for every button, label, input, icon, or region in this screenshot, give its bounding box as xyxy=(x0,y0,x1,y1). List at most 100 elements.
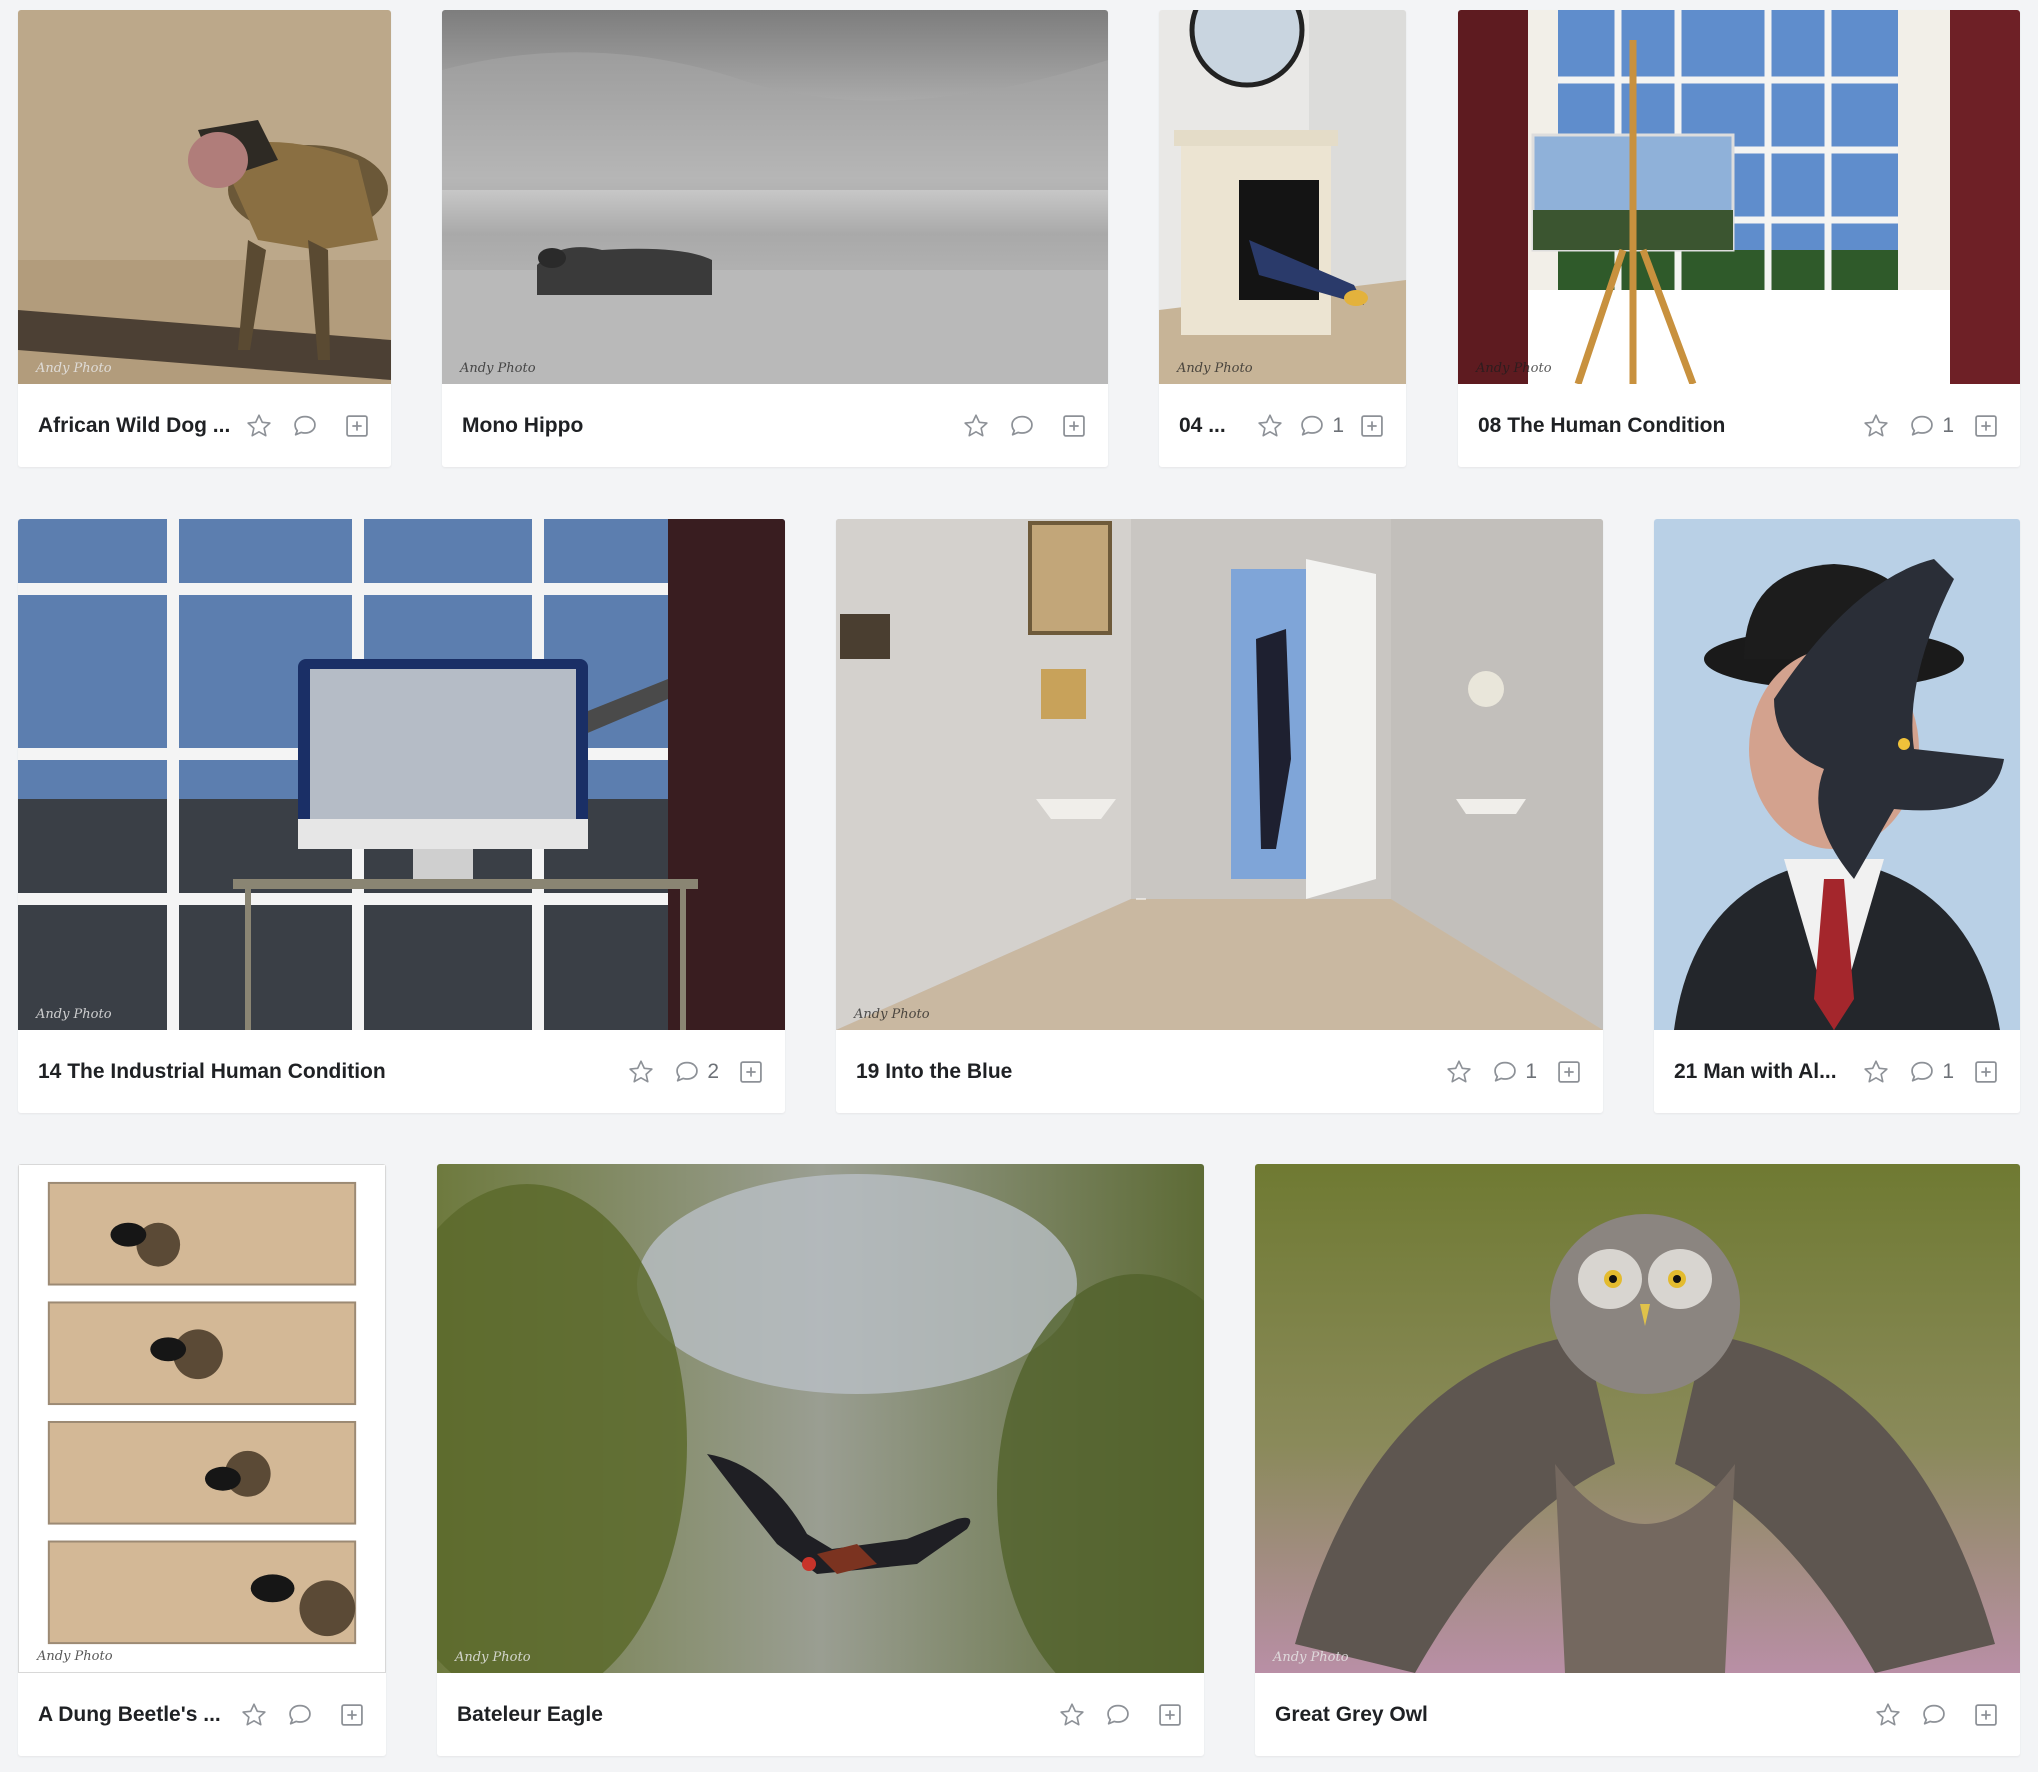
speech-bubble-icon xyxy=(1494,1061,1517,1082)
man-bowler-hat-image xyxy=(1654,519,2020,1030)
add-to-collection-button[interactable] xyxy=(343,412,371,440)
photo-thumbnail[interactable]: Andy Photo xyxy=(437,1164,1204,1673)
add-to-collection-button[interactable] xyxy=(1972,412,2000,440)
photo-card[interactable]: Andy Photo Mono Hippo xyxy=(442,10,1108,467)
add-to-collection-button[interactable] xyxy=(1972,1058,2000,1086)
hallway-door-image xyxy=(836,519,1603,1030)
favorite-button[interactable] xyxy=(240,1701,268,1729)
great-grey-owl-image xyxy=(1255,1164,2020,1673)
photo-title[interactable]: 19 Into the Blue xyxy=(856,1060,1433,1084)
wild-dog-image xyxy=(18,10,391,384)
speech-bubble-icon xyxy=(1301,415,1324,436)
plus-square-icon xyxy=(1361,414,1383,437)
photo-card[interactable]: Andy Photo A Dung Beetle's ... xyxy=(18,1164,386,1756)
comment-button[interactable]: 1 xyxy=(1298,412,1344,440)
photo-card[interactable]: Andy Photo 19 Into the Blue 1 xyxy=(836,519,1603,1113)
photo-thumbnail[interactable]: Andy Photo xyxy=(18,10,391,384)
plus-square-icon xyxy=(1159,1703,1181,1726)
plus-square-icon xyxy=(1975,1703,1997,1726)
favorite-button[interactable] xyxy=(1445,1058,1473,1086)
favorite-button[interactable] xyxy=(1862,412,1890,440)
favorite-button[interactable] xyxy=(1874,1701,1902,1729)
speech-bubble-icon xyxy=(1011,415,1033,436)
star-outline-icon xyxy=(1447,1059,1471,1082)
favorite-button[interactable] xyxy=(627,1058,655,1086)
photo-card[interactable]: Andy Photo Bateleur Eagle xyxy=(437,1164,1204,1756)
photo-thumbnail[interactable]: Andy Photo xyxy=(1255,1164,2020,1673)
comment-count: 1 xyxy=(1942,1059,1954,1083)
photo-card[interactable]: Andy Photo 04 ... 1 xyxy=(1159,10,1406,467)
comment-button[interactable]: 2 xyxy=(673,1058,719,1086)
card-footer: Great Grey Owl xyxy=(1255,1673,2020,1756)
comment-button[interactable]: 1 xyxy=(1491,1058,1537,1086)
favorite-button[interactable] xyxy=(1058,1701,1086,1729)
star-outline-icon xyxy=(1258,413,1282,436)
add-to-collection-button[interactable] xyxy=(1358,412,1386,440)
speech-bubble-icon xyxy=(676,1061,699,1082)
comment-button[interactable] xyxy=(1008,412,1042,440)
add-to-collection-button[interactable] xyxy=(1972,1701,2000,1729)
speech-bubble-icon xyxy=(294,415,316,436)
comment-button[interactable]: 1 xyxy=(1908,412,1954,440)
watermark: Andy Photo xyxy=(455,1650,531,1665)
photo-title[interactable]: 14 The Industrial Human Condition xyxy=(38,1060,615,1084)
photo-thumbnail[interactable]: Andy Photo xyxy=(18,519,785,1030)
add-to-collection-button[interactable] xyxy=(1555,1058,1583,1086)
photo-thumbnail[interactable]: Andy Photo xyxy=(1458,10,2020,384)
photo-title[interactable]: Mono Hippo xyxy=(462,414,950,438)
photo-card[interactable]: 21 Man with Al... 1 xyxy=(1654,519,2020,1113)
star-outline-icon xyxy=(1876,1702,1900,1725)
photo-thumbnail[interactable]: Andy Photo xyxy=(442,10,1108,384)
fireplace-image xyxy=(1159,10,1406,384)
plus-square-icon xyxy=(1975,1060,1997,1083)
favorite-button[interactable] xyxy=(962,412,990,440)
card-footer: African Wild Dog ... xyxy=(18,384,391,467)
watermark: Andy Photo xyxy=(1476,361,1552,376)
favorite-button[interactable] xyxy=(1256,412,1284,440)
watermark: Andy Photo xyxy=(854,1007,930,1022)
photo-title[interactable]: 04 ... xyxy=(1179,414,1244,438)
card-footer: Mono Hippo xyxy=(442,384,1108,467)
comment-button[interactable] xyxy=(291,412,325,440)
card-footer: 19 Into the Blue 1 xyxy=(836,1030,1603,1113)
comment-button[interactable] xyxy=(286,1701,320,1729)
photo-title[interactable]: African Wild Dog ... xyxy=(38,414,233,438)
card-footer: 14 The Industrial Human Condition 2 xyxy=(18,1030,785,1113)
photo-card[interactable]: Andy Photo Great Grey Owl xyxy=(1255,1164,2020,1756)
watermark: Andy Photo xyxy=(1177,361,1253,376)
photo-title[interactable]: 21 Man with Al... xyxy=(1674,1060,1850,1084)
star-outline-icon xyxy=(247,413,271,436)
watermark: Andy Photo xyxy=(460,361,536,376)
speech-bubble-icon xyxy=(289,1704,311,1725)
favorite-button[interactable] xyxy=(1862,1058,1890,1086)
comment-count: 1 xyxy=(1525,1059,1537,1083)
comment-button[interactable]: 1 xyxy=(1908,1058,1954,1086)
hippo-image xyxy=(442,10,1108,384)
add-to-collection-button[interactable] xyxy=(1156,1701,1184,1729)
photo-title[interactable]: A Dung Beetle's ... xyxy=(38,1703,228,1727)
photo-card[interactable]: Andy Photo 08 The Human Condition 1 xyxy=(1458,10,2020,467)
comment-count: 2 xyxy=(707,1059,719,1083)
card-footer: 04 ... 1 xyxy=(1159,384,1406,467)
dung-beetle-sequence-image xyxy=(19,1165,385,1672)
add-to-collection-button[interactable] xyxy=(1060,412,1088,440)
add-to-collection-button[interactable] xyxy=(338,1701,366,1729)
photo-title[interactable]: 08 The Human Condition xyxy=(1478,414,1850,438)
industrial-window-image xyxy=(18,519,785,1030)
photo-thumbnail[interactable]: Andy Photo xyxy=(1159,10,1406,384)
comment-button[interactable] xyxy=(1104,1701,1138,1729)
plus-square-icon xyxy=(346,414,368,437)
add-to-collection-button[interactable] xyxy=(737,1058,765,1086)
photo-thumbnail[interactable]: Andy Photo xyxy=(836,519,1603,1030)
star-outline-icon xyxy=(1864,413,1888,436)
comment-button[interactable] xyxy=(1920,1701,1954,1729)
photo-thumbnail[interactable]: Andy Photo xyxy=(18,1164,386,1673)
card-footer: A Dung Beetle's ... xyxy=(18,1673,386,1756)
photo-thumbnail[interactable] xyxy=(1654,519,2020,1030)
bateleur-eagle-image xyxy=(437,1164,1204,1673)
favorite-button[interactable] xyxy=(245,412,273,440)
photo-card[interactable]: Andy Photo 14 The Industrial Human Condi… xyxy=(18,519,785,1113)
photo-title[interactable]: Great Grey Owl xyxy=(1275,1703,1862,1727)
photo-title[interactable]: Bateleur Eagle xyxy=(457,1703,1046,1727)
photo-card[interactable]: Andy Photo African Wild Dog ... xyxy=(18,10,391,467)
